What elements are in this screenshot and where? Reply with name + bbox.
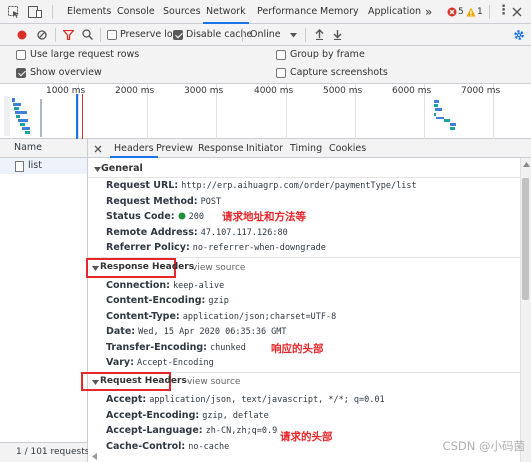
tab-application[interactable]: Application <box>368 0 421 24</box>
response-headers-section-header[interactable]: Response Headers <box>100 262 194 272</box>
error-count[interactable]: 5 <box>458 0 464 24</box>
request-header-row: Accept-Encoding: gzip, deflate <box>106 410 269 421</box>
warning-icon <box>466 7 476 17</box>
request-list: Name list 1 / 101 requests <box>0 139 90 462</box>
name-column-label: Name <box>14 142 43 153</box>
tab-memory[interactable]: Memory <box>320 0 359 24</box>
capture-screenshots-checkbox[interactable] <box>276 68 286 78</box>
view-source-link[interactable]: view source <box>187 377 240 387</box>
general-section-header[interactable]: General <box>101 163 143 174</box>
general-row: Request Method: POST <box>106 196 222 207</box>
response-header-row: Content-Type: application/json;charset=U… <box>106 311 337 322</box>
inspect-element-icon[interactable] <box>8 6 20 18</box>
request-header-row: Accept-Language: zh-CN,zh;q=0.9 <box>106 425 278 436</box>
preserve-log-checkbox[interactable] <box>107 30 117 40</box>
watermark: CSDN @小码菌 <box>442 439 525 453</box>
warning-count[interactable]: 1 <box>477 0 483 24</box>
response-header-row: Connection: keep-alive <box>106 280 225 291</box>
tab-response[interactable]: Response <box>198 139 244 158</box>
search-icon[interactable] <box>82 29 93 40</box>
document-icon <box>15 161 24 172</box>
general-row: Remote Address: 47.107.117.126:80 <box>106 227 288 238</box>
filter-icon[interactable] <box>63 30 74 40</box>
triangle-down-icon[interactable] <box>92 380 99 386</box>
response-header-row: Vary: Accept-Encoding <box>106 357 214 368</box>
request-header-row: Cache-Control: no-cache <box>106 441 230 452</box>
import-har-icon[interactable] <box>315 29 324 40</box>
error-icon <box>447 7 457 17</box>
network-overview[interactable]: 1000 ms 2000 ms 3000 ms 4000 ms 5000 ms … <box>0 84 531 139</box>
scrollbar-thumb[interactable] <box>522 178 529 300</box>
tab-cookies[interactable]: Cookies <box>329 139 366 158</box>
show-overview-checkbox[interactable] <box>16 68 26 78</box>
status-bar: 1 / 101 requests <box>0 442 90 462</box>
tab-headers[interactable]: Headers <box>110 139 158 158</box>
tab-timing[interactable]: Timing <box>290 139 322 158</box>
close-icon[interactable] <box>94 145 102 153</box>
show-overview-label: Show overview <box>30 67 102 78</box>
tab-preview[interactable]: Preview <box>156 139 193 158</box>
tab-performance[interactable]: Performance <box>257 0 317 24</box>
chevron-down-icon[interactable] <box>290 33 297 38</box>
request-count: 1 / 101 requests <box>16 447 90 457</box>
customize-menu-icon[interactable]: ⋮ <box>497 3 510 19</box>
clear-icon[interactable] <box>37 30 47 40</box>
request-header-row: Accept: application/json, text/javascrip… <box>106 394 385 405</box>
more-tabs-button[interactable]: » <box>425 0 432 24</box>
record-icon[interactable] <box>17 30 27 40</box>
request-name: list <box>28 160 42 171</box>
scroll-up-icon[interactable] <box>523 162 530 167</box>
large-rows-label: Use large request rows <box>30 49 140 60</box>
overview-waterfall <box>4 94 456 139</box>
throttling-select[interactable]: Online <box>250 24 281 46</box>
view-source-link[interactable]: view source <box>192 263 245 273</box>
tab-network[interactable]: Network <box>203 0 249 24</box>
capture-screenshots-label: Capture screenshots <box>290 67 388 78</box>
export-har-icon[interactable] <box>333 29 342 40</box>
group-by-frame-label: Group by frame <box>290 49 365 60</box>
name-column-header[interactable]: Name <box>0 139 87 158</box>
general-row: Request URL: http://erp.aihuagrp.com/ord… <box>106 180 417 191</box>
list-item[interactable]: list <box>0 158 87 174</box>
general-row: Referrer Policy: no-referrer-when-downgr… <box>106 242 326 253</box>
response-header-row: Date: Wed, 15 Apr 2020 06:35:36 GMT <box>106 326 287 337</box>
annotation-response-headers: 响应的头部 <box>271 343 324 355</box>
tab-elements[interactable]: Elements <box>67 0 111 24</box>
close-devtools-icon[interactable] <box>512 7 522 17</box>
tab-initiator[interactable]: Initiator <box>246 139 283 158</box>
network-settings-pane: Use large request rows Show overview Gro… <box>0 46 531 84</box>
annotation-request-headers: 请求的头部 <box>280 431 333 443</box>
triangle-down-icon[interactable] <box>92 266 99 272</box>
general-row: Status Code: 200 <box>106 211 205 222</box>
details-tabbar: Headers Preview Response Initiator Timin… <box>88 139 531 158</box>
group-by-frame-checkbox[interactable] <box>276 50 286 60</box>
network-toolbar: Preserve log Disable cache Online <box>0 24 531 46</box>
request-headers-section-header[interactable]: Request Headers <box>100 376 187 386</box>
scroll-left-icon[interactable] <box>92 453 97 460</box>
tab-console[interactable]: Console <box>117 0 155 24</box>
triangle-down-icon[interactable] <box>94 167 101 173</box>
disable-cache-checkbox[interactable] <box>173 30 183 40</box>
devtools-tabbar: Elements Console Sources Network Perform… <box>0 0 531 24</box>
device-toolbar-icon[interactable] <box>28 6 42 18</box>
tab-sources[interactable]: Sources <box>163 0 201 24</box>
response-header-row: Transfer-Encoding: chunked <box>106 342 246 353</box>
annotation-general: 请求地址和方法等 <box>222 211 306 223</box>
preserve-log-label: Preserve log <box>120 29 179 40</box>
gear-icon[interactable] <box>513 29 525 41</box>
response-header-row: Content-Encoding: gzip <box>106 295 229 306</box>
large-rows-checkbox[interactable] <box>16 50 26 60</box>
request-details: Headers Preview Response Initiator Timin… <box>81 139 531 462</box>
status-dot-icon <box>178 212 186 220</box>
